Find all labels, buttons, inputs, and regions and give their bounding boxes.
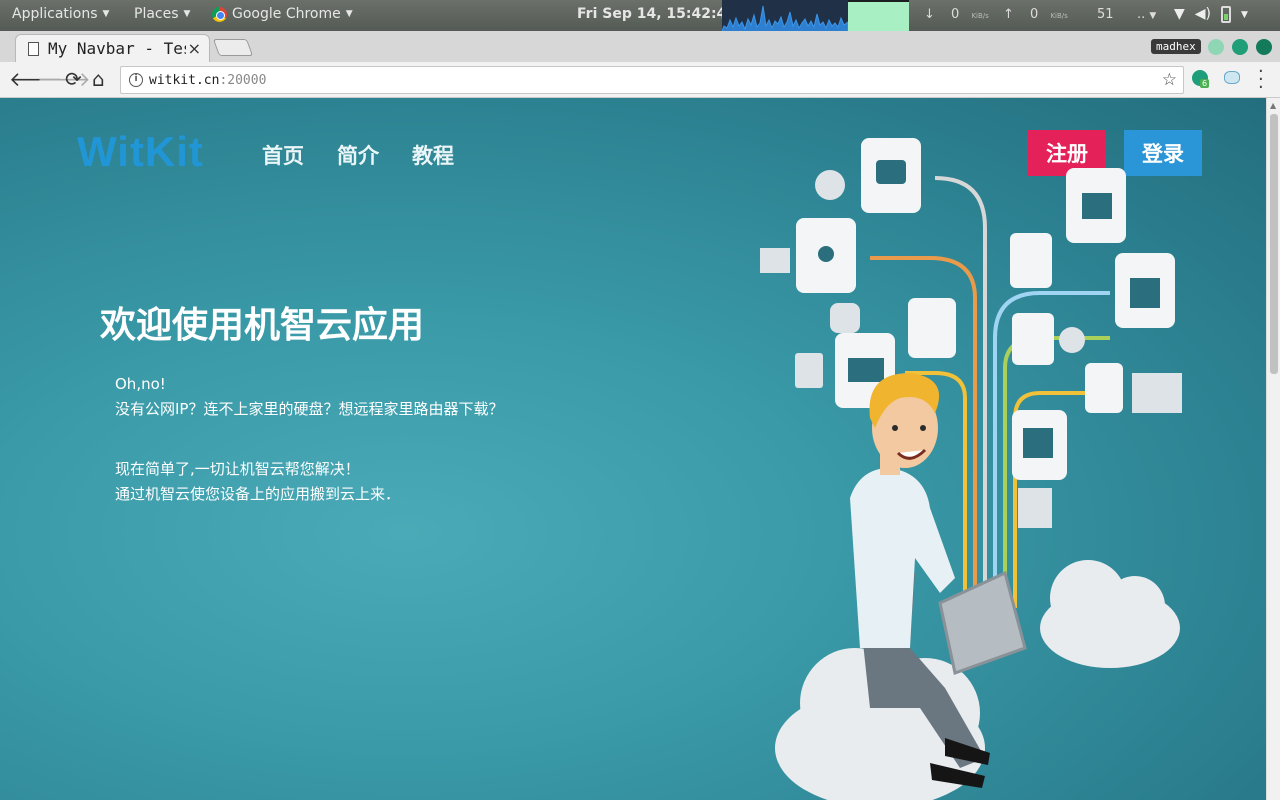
- arrow-up-icon: ↑: [1003, 7, 1014, 22]
- battery-icon: [1221, 6, 1232, 23]
- chevron-down-icon: ▼: [1241, 10, 1248, 20]
- bookmark-star-icon[interactable]: ☆: [1162, 70, 1177, 90]
- intro-line-1: Oh,no!: [115, 375, 166, 393]
- web-page: WitKit 首页 简介 教程 注册 登录 欢迎使用机智云应用 Oh,no! 没…: [0, 98, 1266, 800]
- net-down-value: 0: [951, 7, 960, 22]
- applications-menu[interactable]: Applications ▼: [12, 6, 109, 22]
- solution-line-2: 通过机智云使您设备上的应用搬到云上来．: [115, 485, 401, 503]
- volume-icon: ◀): [1194, 6, 1212, 22]
- tab-title: My Navbar - Test: [48, 39, 186, 58]
- clock[interactable]: Fri Sep 14, 15:42:41: [577, 6, 736, 22]
- cpu-readout: 51: [1097, 7, 1114, 22]
- solution-line-1: 现在简单了,一切让机智云帮您解决！: [115, 460, 360, 478]
- solution-paragraph: 现在简单了,一切让机智云帮您解决！ 通过机智云使您设备上的应用搬到云上来．: [115, 457, 400, 507]
- intro-line-2: 没有公网IP？连不上家里的硬盘？想远程家里路由器下载？: [115, 400, 504, 418]
- minimize-button[interactable]: [1208, 39, 1224, 55]
- chevron-down-icon: ▼: [183, 9, 191, 19]
- tab-strip: My Navbar - Test × madhex: [0, 31, 1280, 62]
- scrollbar-thumb[interactable]: [1270, 114, 1278, 374]
- reload-button[interactable]: ⟳: [65, 69, 82, 89]
- extension-eye-icon[interactable]: [1224, 71, 1240, 84]
- close-window-button[interactable]: [1256, 39, 1272, 55]
- net-up: ↑ 0 KiB/s: [1003, 7, 1068, 22]
- wifi-icon: ▼: [1174, 6, 1185, 22]
- info-icon[interactable]: i: [129, 73, 143, 87]
- top-panel: Applications ▼ Places ▼ Google Chrome ▼ …: [0, 0, 1280, 31]
- address-bar[interactable]: i witkit.cn:20000 ☆: [120, 66, 1184, 94]
- url-text: witkit.cn:20000: [149, 73, 266, 88]
- nav-intro[interactable]: 简介: [337, 140, 379, 170]
- active-app-menu[interactable]: Google Chrome ▼: [212, 6, 353, 22]
- places-label: Places: [134, 6, 179, 22]
- overflow-menu[interactable]: .. ▼: [1137, 7, 1156, 22]
- scroll-up-icon[interactable]: ▲: [1270, 101, 1276, 110]
- applications-label: Applications: [12, 6, 98, 22]
- nav-home[interactable]: 首页: [262, 140, 304, 170]
- chevron-down-icon: ▼: [1149, 11, 1157, 21]
- arrow-down-icon: ↓: [924, 7, 935, 22]
- cloud-apps-illustration: [760, 138, 1182, 800]
- net-down-unit: KiB/s: [971, 12, 989, 20]
- chevron-down-icon: ▼: [102, 9, 110, 19]
- main-nav: 首页 简介 教程: [262, 140, 454, 170]
- new-tab-button[interactable]: [212, 39, 254, 56]
- net-down: ↓ 0 KiB/s: [924, 7, 989, 22]
- system-tray[interactable]: ▼ ◀) ▼: [1174, 6, 1248, 23]
- cpu-graph: [722, 0, 848, 31]
- intro-paragraph: Oh,no! 没有公网IP？连不上家里的硬盘？想远程家里路由器下载？: [115, 372, 503, 422]
- places-menu[interactable]: Places ▼: [134, 6, 190, 22]
- close-icon[interactable]: ×: [188, 39, 201, 58]
- tab-my-navbar[interactable]: My Navbar - Test ×: [15, 34, 210, 62]
- browser-toolbar: 🡐 🡒 ⟳ ⌂ i witkit.cn:20000 ☆ 6 · · ·: [0, 62, 1280, 98]
- url-port: :20000: [219, 72, 267, 88]
- maximize-button[interactable]: [1232, 39, 1248, 55]
- forward-button[interactable]: 🡒: [37, 69, 91, 89]
- brand-logo[interactable]: WitKit: [77, 128, 204, 176]
- home-button[interactable]: ⌂: [92, 69, 105, 89]
- profile-button[interactable]: madhex: [1151, 39, 1201, 54]
- page-scrollbar[interactable]: ▲: [1266, 98, 1280, 800]
- extension-badge: 6: [1200, 79, 1210, 88]
- chrome-icon: [212, 6, 227, 22]
- extension-icon[interactable]: 6: [1192, 70, 1210, 88]
- net-up-unit: KiB/s: [1050, 12, 1068, 20]
- active-app-label: Google Chrome: [232, 6, 341, 22]
- hero-title: 欢迎使用机智云应用: [100, 305, 425, 346]
- chrome-menu-icon[interactable]: · · ·: [1258, 63, 1264, 97]
- url-host: witkit.cn: [149, 72, 220, 88]
- nav-tutorial[interactable]: 教程: [412, 140, 454, 170]
- overflow-dots: ..: [1137, 7, 1146, 22]
- document-icon: [28, 41, 39, 56]
- memory-graph: [848, 0, 909, 31]
- chevron-down-icon: ▼: [345, 9, 353, 19]
- net-up-value: 0: [1030, 7, 1039, 22]
